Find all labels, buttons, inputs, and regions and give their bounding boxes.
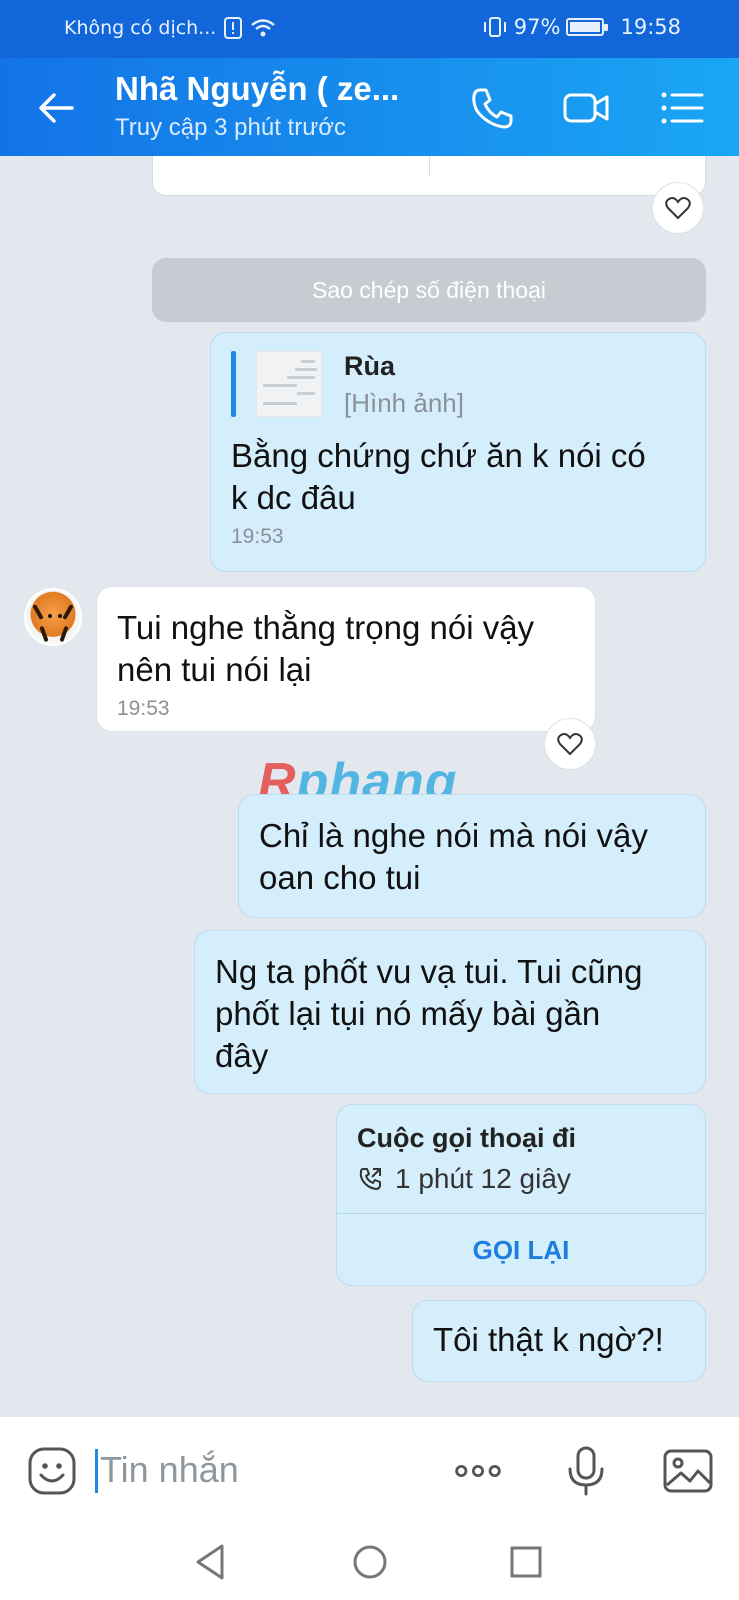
battery-icon [566, 18, 609, 36]
quoted-message[interactable]: Rùa [Hình ảnh] [231, 351, 685, 419]
message-bubble[interactable]: Rùa [Hình ảnh] Bằng chứng chứ ăn k nói c… [210, 332, 706, 572]
menu-icon[interactable] [656, 82, 708, 134]
message-line: đây [215, 1037, 269, 1074]
status-left: Không có dịch... [64, 17, 276, 39]
call-divider [337, 1213, 705, 1214]
react-heart-icon[interactable] [652, 182, 704, 234]
contact-card-partial[interactable] [152, 156, 706, 196]
sim-alert-icon [224, 17, 243, 39]
message-line: phốt lại tụi nó mấy bài gần [215, 995, 601, 1032]
call-back-button[interactable]: GỌI LẠI [337, 1235, 705, 1266]
call-title: Cuộc gọi thoại đi [357, 1123, 576, 1153]
quote-bar [231, 351, 236, 417]
system-nav-bar [0, 1522, 739, 1600]
message-line: nên tui nói lại [117, 651, 312, 688]
contact-name[interactable]: Nhã Nguyễn ( ze... [115, 70, 399, 108]
more-icon[interactable] [452, 1445, 504, 1497]
quote-author: Rùa [344, 351, 396, 381]
call-duration-text: 1 phút 12 giây [395, 1163, 571, 1194]
message-text: Ng ta phốt vu vạ tui. Tui cũng phốt lại … [215, 951, 685, 1077]
message-input[interactable] [100, 1443, 420, 1497]
message-text: Chỉ là nghe nói mà nói vậy oan cho tui [259, 815, 685, 899]
message-time: 19:53 [231, 525, 284, 548]
phone-icon[interactable] [466, 82, 518, 134]
message-bubble[interactable]: Chỉ là nghe nói mà nói vậy oan cho tui [238, 794, 706, 918]
quote-type: [Hình ảnh] [344, 388, 464, 418]
vibrate-icon [483, 17, 506, 37]
message-input-bar [0, 1416, 739, 1522]
message-text: Bằng chứng chứ ăn k nói có k dc đâu [231, 435, 685, 519]
microphone-icon[interactable] [560, 1445, 612, 1497]
call-log-card[interactable]: Cuộc gọi thoại đi 1 phút 12 giây GỌI LẠI [336, 1104, 706, 1286]
nav-recents-icon[interactable] [504, 1540, 548, 1584]
message-line: Chỉ là nghe nói mà nói vậy [259, 817, 648, 854]
message-bubble[interactable]: Tui nghe thằng trọng nói vậy nên tui nói… [96, 586, 596, 732]
nav-home-icon[interactable] [348, 1540, 392, 1584]
quote-thumbnail [256, 351, 322, 417]
emoji-icon[interactable] [26, 1445, 78, 1497]
image-icon[interactable] [662, 1445, 714, 1497]
react-heart-icon[interactable] [544, 718, 596, 770]
text-cursor [95, 1449, 98, 1493]
status-bar: Không có dịch... 97% 19:58 [0, 0, 739, 58]
battery-fill [570, 22, 600, 32]
call-duration: 1 phút 12 giây [357, 1163, 571, 1195]
wifi-icon [251, 19, 276, 37]
message-line: Ng ta phốt vu vạ tui. Tui cũng [215, 953, 643, 990]
battery-percent: 97% [513, 15, 561, 39]
message-line: Bằng chứng chứ ăn k nói có [231, 437, 646, 474]
arrow-left-icon[interactable] [32, 84, 80, 132]
chat-area[interactable]: Sao chép số điện thoại Rùa [Hình ảnh] Bằ… [0, 156, 739, 1416]
message-line: Tui nghe thằng trọng nói vậy [117, 609, 535, 646]
carrier-label: Không có dịch... [64, 17, 217, 39]
contact-avatar[interactable] [24, 588, 82, 646]
copy-phone-button[interactable]: Sao chép số điện thoại [152, 258, 706, 322]
nav-back-icon[interactable] [190, 1540, 234, 1584]
message-bubble[interactable]: Tôi thật k ngờ?! [412, 1300, 706, 1382]
status-right: 97% 19:58 [482, 15, 681, 39]
card-divider [429, 156, 430, 177]
last-seen-status: Truy cập 3 phút trước [115, 114, 346, 141]
chat-header: Nhã Nguyễn ( ze... Truy cập 3 phút trước [0, 58, 739, 156]
message-bubble[interactable]: Ng ta phốt vu vạ tui. Tui cũng phốt lại … [194, 930, 706, 1094]
message-time: 19:53 [117, 697, 170, 720]
message-line: k dc đâu [231, 479, 356, 516]
clock: 19:58 [620, 15, 681, 39]
outgoing-call-icon [359, 1168, 381, 1190]
message-line: oan cho tui [259, 859, 421, 896]
message-text: Tui nghe thằng trọng nói vậy nên tui nói… [117, 607, 575, 691]
video-camera-icon[interactable] [560, 82, 612, 134]
message-text: Tôi thật k ngờ?! [433, 1321, 664, 1358]
